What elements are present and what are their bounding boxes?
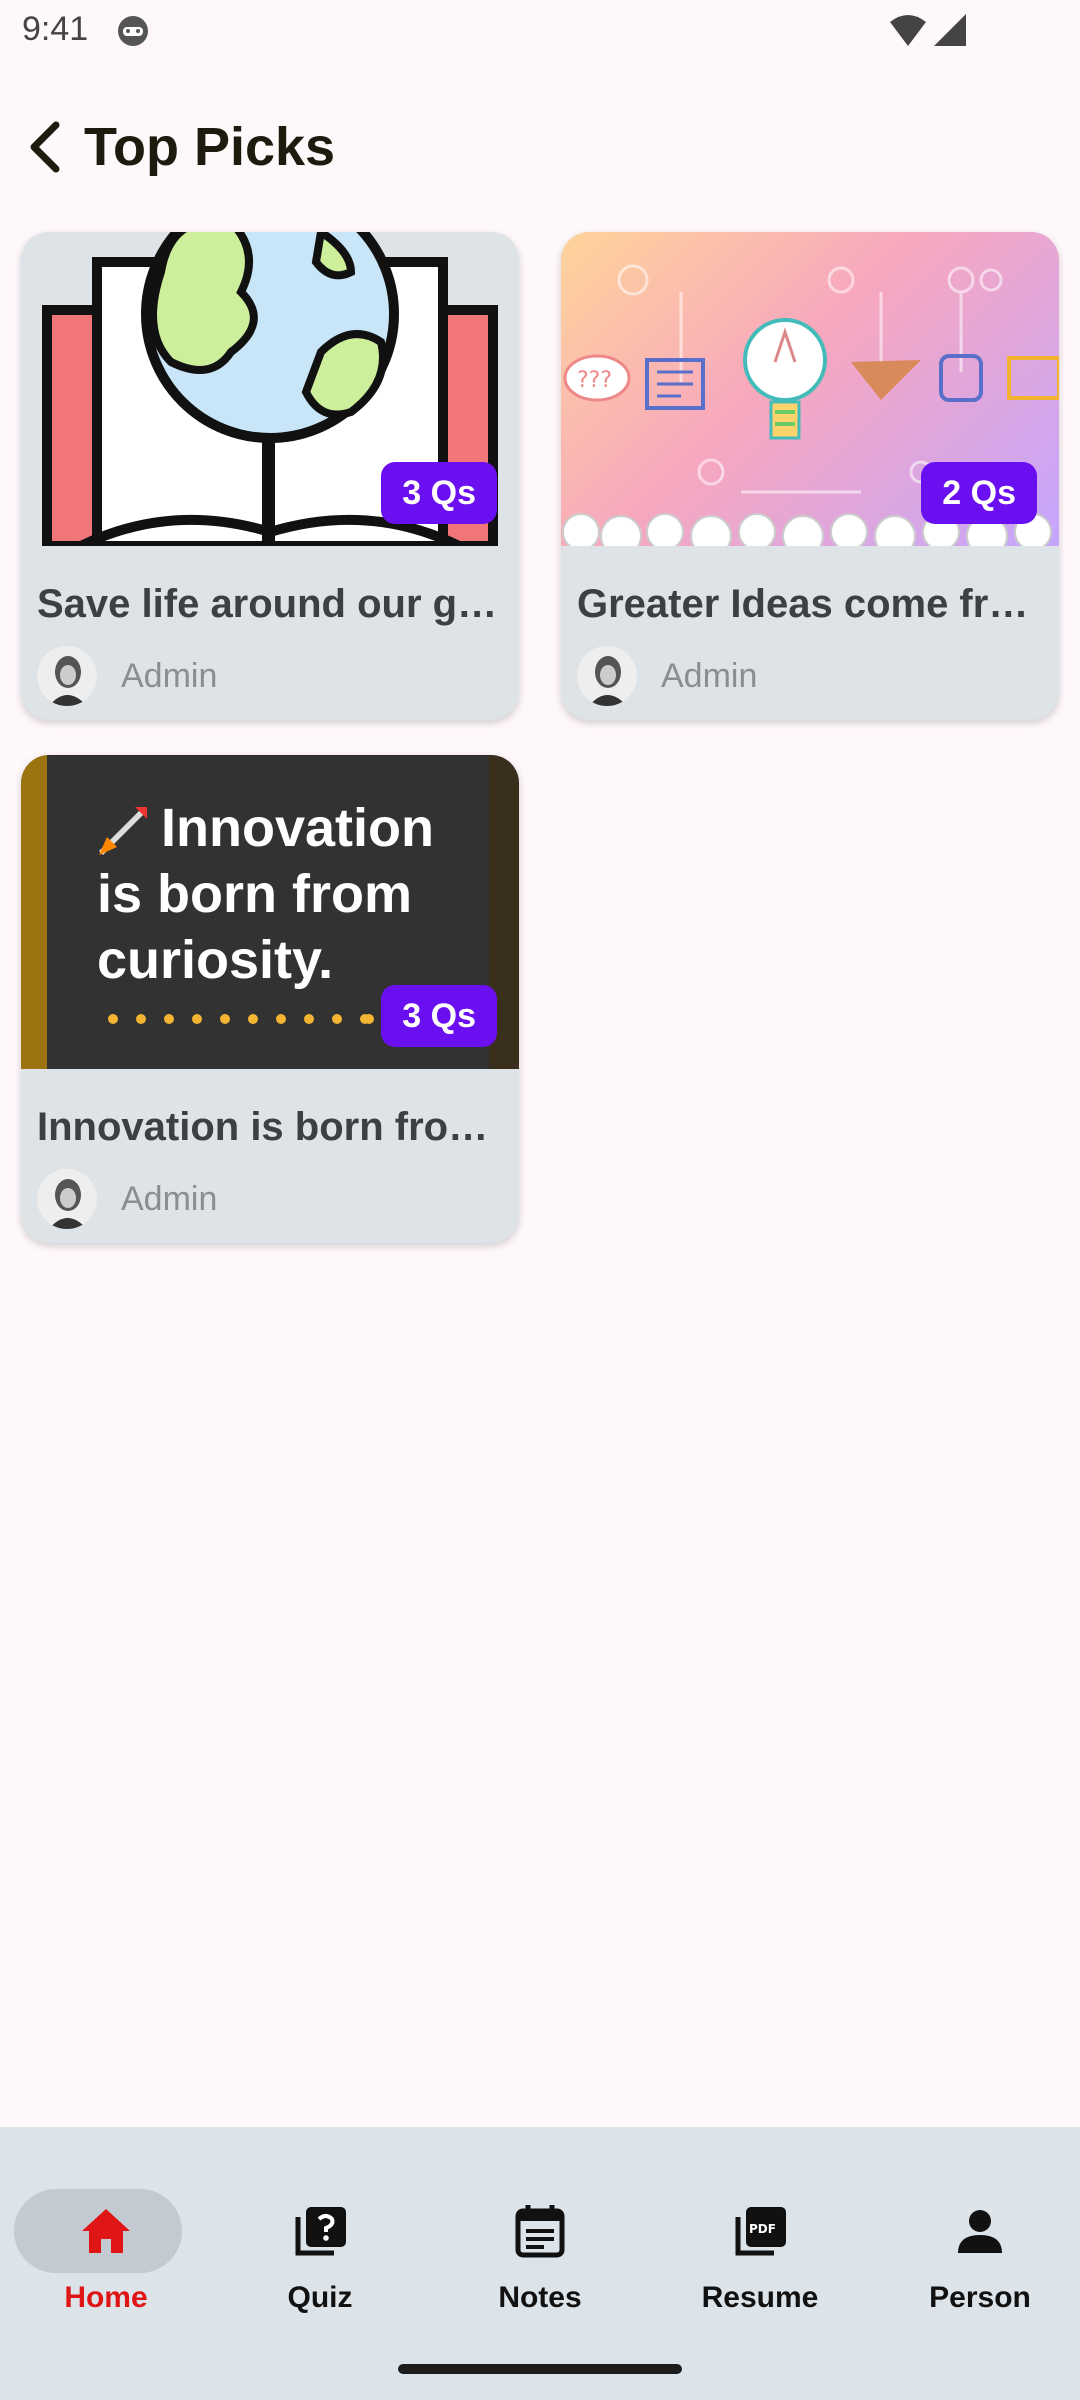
nav-label-resume: Resume <box>701 2281 819 2314</box>
page-title: Top Picks <box>84 117 336 177</box>
home-icon <box>82 2209 130 2253</box>
back-button[interactable] <box>14 114 74 180</box>
author-avatar <box>37 646 97 706</box>
pdf-icon: PDF <box>735 2207 786 2256</box>
question-count-badge: 3 Qs <box>381 462 497 524</box>
author-row: Admin <box>37 1169 217 1229</box>
wifi-icon <box>890 15 926 46</box>
quiz-card-greater-ideas[interactable]: ??? 2 Qs Greater Ideas come fro… Admin <box>561 232 1059 720</box>
nav-label-notes: Notes <box>498 2281 582 2314</box>
nav-label-quiz: Quiz <box>287 2281 353 2314</box>
thumbnail-quote-line-1: Innovation <box>161 798 434 858</box>
author-row: Admin <box>37 646 217 706</box>
author-name: Admin <box>121 656 218 695</box>
back-arrow-icon <box>30 121 60 173</box>
thumbnail-quote-line-2: is born from <box>97 864 413 924</box>
card-title: Save life around our gr… <box>37 582 499 626</box>
nav-item-home[interactable]: Home <box>14 2157 196 2314</box>
nav-label-home: Home <box>64 2281 148 2314</box>
nav-item-person[interactable]: Person <box>890 2157 1070 2314</box>
question-count-badge: 2 Qs <box>921 462 1037 524</box>
person-icon <box>958 2210 1002 2253</box>
quiz-card-save-life[interactable]: 3 Qs Save life around our gr… Admin <box>21 232 519 720</box>
quiz-card-innovation[interactable]: Innovation is born from curiosity. 3 Qs … <box>21 755 519 1243</box>
top-app-bar: Top Picks <box>0 100 1080 196</box>
nav-item-resume[interactable]: PDF Resume <box>670 2157 850 2314</box>
svg-text:???: ??? <box>577 368 612 393</box>
status-bar: 9:41 <box>0 0 1080 64</box>
thumbnail-quote-line-3: curiosity. <box>97 930 334 990</box>
card-title: Innovation is born fro… <box>37 1105 489 1149</box>
author-row: Admin <box>577 646 757 706</box>
notes-icon <box>515 2205 565 2258</box>
card-title: Greater Ideas come fro… <box>577 582 1039 626</box>
author-avatar <box>577 646 637 706</box>
author-name: Admin <box>121 1179 218 1218</box>
nav-item-notes[interactable]: Notes <box>450 2157 630 2314</box>
status-time: 9:41 <box>22 10 89 48</box>
signal-icon <box>934 14 966 46</box>
question-count-badge: 3 Qs <box>381 985 497 1047</box>
svg-text:PDF: PDF <box>749 2222 776 2236</box>
nav-label-person: Person <box>929 2281 1031 2314</box>
quiz-icon <box>295 2207 346 2256</box>
author-name: Admin <box>661 656 758 695</box>
bottom-navigation-bar: Home Quiz Notes PDF Resume Person <box>0 2127 1080 2400</box>
author-avatar <box>37 1169 97 1229</box>
nav-item-quiz[interactable]: Quiz <box>230 2157 410 2314</box>
notification-face-icon <box>118 16 148 46</box>
gesture-home-indicator[interactable] <box>398 2364 682 2374</box>
